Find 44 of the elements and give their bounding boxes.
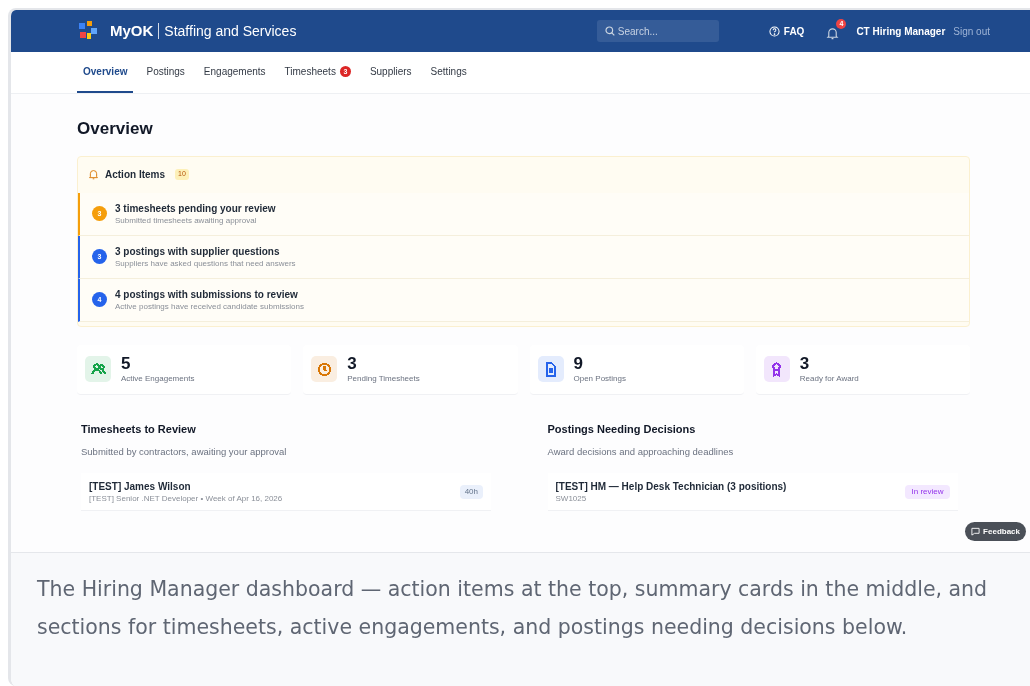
search-icon [604,26,615,36]
sign-out-link[interactable]: Sign out [953,23,990,39]
nav-tab[interactable]: Engagements [197,52,272,93]
nav-tab[interactable]: Overview [77,52,134,93]
action-items-title: Action Items [105,168,165,182]
action-item-title: 3 postings with supplier questions [115,244,281,258]
item-subtitle: SW1025 [555,492,588,504]
action-item-title: 4 postings with submissions to review [115,287,299,301]
bell-icon [88,169,99,180]
stat-value: 9 [573,354,584,373]
hours-badge: 40h [459,484,483,499]
stat-label: Ready for Award [799,372,859,384]
item-subtitle: [TEST] Senior .NET Developer • Week of Apr 16, 2026 [89,492,283,504]
section-subtitle: Submitted by contractors, awaiting your approval [81,445,288,459]
section-title: Postings Needing Decisions [547,421,697,437]
section-subtitle: Award decisions and approaching deadlines [547,445,735,459]
item-title: [TEST] HM — Help Desk Technician (3 positions) [555,479,787,493]
logo-icon [77,21,99,41]
feedback-button[interactable]: Feedback [965,522,1026,541]
action-item-title: 3 timesheets pending your review [115,201,276,215]
faq-link[interactable]: FAQ [768,23,805,39]
page-title: Overview [77,118,154,140]
item-title: [TEST] James Wilson [89,479,192,493]
nav-tab[interactable]: Suppliers [363,52,418,93]
caption-text: The Hiring Manager dashboard — action items at the top, summary cards in the middle, and sections for timesheets, active engagements, and postings needing decisions below. [37,576,989,641]
nav-tab[interactable]: Settings [424,52,473,93]
stat-label: Active Engagements [121,372,195,384]
section-title: Timesheets to Review [81,421,197,437]
stat-value: 3 [347,354,358,373]
action-item-description: Submitted timesheets awaiting approval [115,214,258,226]
app-title: Staffing and Services [164,21,297,41]
brand-name: MyOK [110,20,154,41]
status-badge: In review [905,484,950,499]
bell-icon [826,27,840,40]
action-item-description: Suppliers have asked questions that need answers [115,257,296,269]
action-item-description: Active postings have received candidate submissions [115,300,304,312]
stat-value: 5 [121,354,132,373]
stat-label: Pending Timesheets [347,372,420,384]
chat-icon [971,527,981,536]
stat-label: Open Postings [573,372,626,384]
user-name: CT Hiring Manager [856,24,946,39]
stat-value: 3 [799,354,811,373]
help-icon [768,25,780,37]
nav-tab[interactable]: Postings [140,52,191,93]
